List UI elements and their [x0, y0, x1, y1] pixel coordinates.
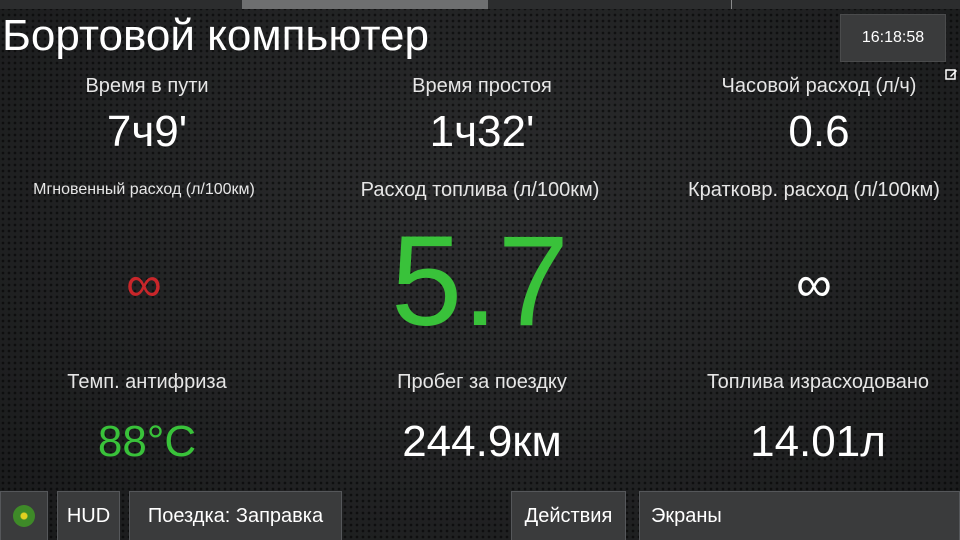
fuel-consumption-label: Расход топлива (л/100км)	[360, 179, 600, 201]
page-indicator	[0, 0, 960, 9]
status-dot-icon	[13, 505, 35, 527]
trip-distance-label: Пробег за поездку	[397, 371, 567, 393]
hourly-consumption-label: Часовой расход (л/ч)	[721, 75, 917, 97]
instant-consumption-label: Мгновенный расход (л/100км)	[33, 181, 255, 198]
clock: 16:18:58	[840, 14, 946, 62]
short-consumption-value: ∞	[796, 256, 832, 312]
trip-computer-screen: Бортовой компьютер 16:18:58 Время в пути…	[0, 0, 960, 540]
travel-time-label: Время в пути	[85, 75, 209, 97]
page-title: Бортовой компьютер	[2, 11, 429, 60]
actions-button[interactable]: Действия	[511, 491, 626, 540]
idle-time-value: 1ч32'	[429, 107, 535, 156]
fuel-used-label: Топлива израсходовано	[706, 371, 930, 393]
page-indicator-active	[242, 0, 488, 9]
trip-button[interactable]: Поездка: Заправка	[129, 491, 342, 540]
instant-consumption-value: ∞	[126, 256, 162, 312]
fuel-used-value: 14.01л	[750, 417, 886, 466]
page-indicator-separator	[731, 0, 732, 9]
idle-time-label: Время простоя	[412, 75, 552, 97]
screens-button[interactable]: Экраны	[639, 491, 960, 540]
coolant-temp-label: Темп. антифриза	[67, 371, 227, 393]
trip-distance-value: 244.9км	[402, 417, 562, 466]
hourly-consumption-value: 0.6	[788, 107, 850, 156]
fuel-consumption-value: 5.7	[391, 210, 569, 353]
status-button[interactable]	[0, 491, 48, 540]
coolant-temp-value: 88°C	[97, 417, 197, 466]
hud-button[interactable]: HUD	[57, 491, 120, 540]
travel-time-value: 7ч9'	[106, 107, 188, 156]
short-consumption-label: Кратковр. расход (л/100км)	[688, 179, 940, 201]
